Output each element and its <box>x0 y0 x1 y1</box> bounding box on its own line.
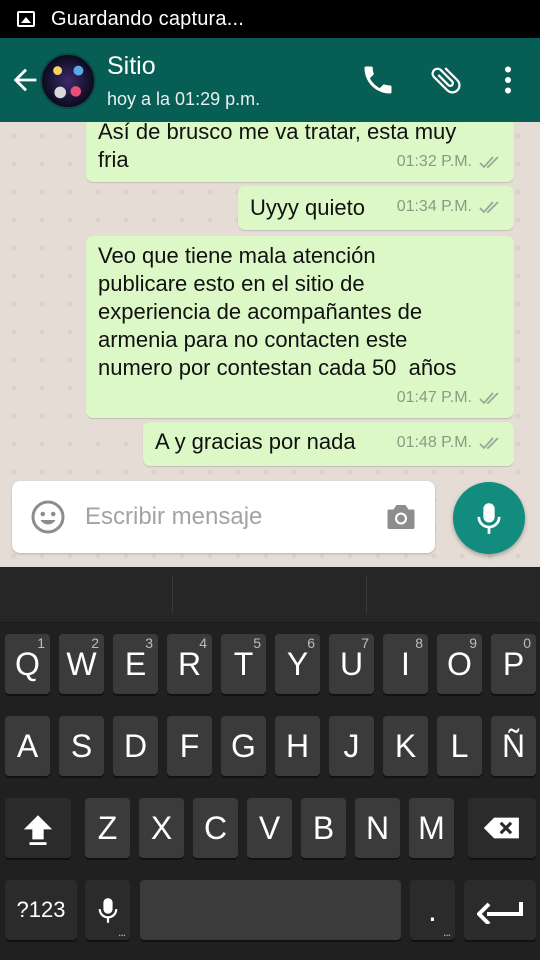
message-meta: 01:34 P.M. <box>397 193 502 221</box>
status-text: Guardando captura... <box>51 7 245 30</box>
symbols-key[interactable]: ?123 <box>5 880 77 940</box>
message-text: Veo que tiene mala atención publicare es… <box>98 243 457 380</box>
back-arrow-icon[interactable] <box>8 63 42 97</box>
enter-key[interactable] <box>464 880 536 940</box>
key-k[interactable]: K <box>383 716 428 776</box>
message-meta: 01:48 P.M. <box>397 429 502 457</box>
key-w[interactable]: W2 <box>59 634 104 694</box>
backspace-icon <box>483 817 519 839</box>
contact-avatar[interactable] <box>40 53 96 109</box>
double-check-icon <box>479 156 499 169</box>
chat-area[interactable]: Así de brusco me va tratar, esta muy fri… <box>0 122 540 567</box>
key-j[interactable]: J <box>329 716 374 776</box>
key-m[interactable]: M <box>409 798 454 858</box>
key-b[interactable]: B <box>301 798 346 858</box>
image-icon <box>17 11 35 27</box>
message-bubble[interactable]: A y gracias por nada 01:48 P.M. <box>143 422 514 466</box>
message-bubble[interactable]: Así de brusco me va tratar, esta muy fri… <box>86 122 514 182</box>
period-key[interactable]: . ... <box>410 880 455 940</box>
key-n[interactable]: N <box>355 798 400 858</box>
double-check-icon <box>479 392 499 405</box>
enter-arrow-icon <box>477 902 523 924</box>
voice-message-button[interactable] <box>453 482 525 554</box>
key-g[interactable]: G <box>221 716 266 776</box>
key-p[interactable]: P0 <box>491 634 536 694</box>
key-o[interactable]: O9 <box>437 634 482 694</box>
chat-header: Sitio hoy a la 01:29 p.m. <box>0 38 540 122</box>
phone-icon[interactable] <box>360 62 396 98</box>
key-d[interactable]: D <box>113 716 158 776</box>
status-bar: Guardando captura... <box>0 0 540 38</box>
voice-input-key[interactable]: ... <box>85 880 130 940</box>
message-meta: 01:32 P.M. <box>397 148 502 176</box>
emoji-icon[interactable] <box>30 499 66 535</box>
key-r[interactable]: R4 <box>167 634 212 694</box>
suggestion-divider <box>366 575 367 613</box>
key-x[interactable]: X <box>139 798 184 858</box>
key-a[interactable]: A <box>5 716 50 776</box>
message-time: 01:32 P.M. <box>396 153 472 170</box>
camera-icon[interactable] <box>382 499 420 535</box>
double-check-icon <box>479 201 499 214</box>
suggestion-strip[interactable] <box>0 567 540 623</box>
more-dots-icon: ... <box>117 925 126 939</box>
message-meta: 01:47 P.M. <box>397 384 502 412</box>
message-input[interactable]: Escribir mensaje <box>85 503 262 531</box>
key-z[interactable]: Z <box>85 798 130 858</box>
suggestion-divider <box>172 575 173 613</box>
key-q[interactable]: Q1 <box>5 634 50 694</box>
key-f[interactable]: F <box>167 716 212 776</box>
message-composer[interactable]: Escribir mensaje <box>12 481 435 553</box>
message-time: 01:47 P.M. <box>396 389 472 406</box>
message-bubble[interactable]: Veo que tiene mala atención publicare es… <box>86 236 514 418</box>
backspace-key[interactable] <box>468 798 536 858</box>
key-c[interactable]: C <box>193 798 238 858</box>
message-time: 01:48 P.M. <box>396 434 472 451</box>
microphone-icon <box>477 503 501 534</box>
shift-key[interactable] <box>5 798 71 858</box>
last-seen: hoy a la 01:29 p.m. <box>107 89 261 109</box>
key-i[interactable]: I8 <box>383 634 428 694</box>
key-y[interactable]: Y6 <box>275 634 320 694</box>
space-bar[interactable] <box>140 880 401 940</box>
shift-icon <box>23 815 53 845</box>
message-time: 01:34 P.M. <box>396 198 472 215</box>
key-e[interactable]: E3 <box>113 634 158 694</box>
key-v[interactable]: V <box>247 798 292 858</box>
key-l[interactable]: L <box>437 716 482 776</box>
microphone-icon <box>98 898 117 923</box>
attach-icon[interactable] <box>428 62 464 98</box>
key-u[interactable]: U7 <box>329 634 374 694</box>
key-h[interactable]: H <box>275 716 320 776</box>
contact-name[interactable]: Sitio <box>107 52 156 81</box>
message-bubble[interactable]: Uyyy quieto 01:34 P.M. <box>238 186 514 230</box>
key-t[interactable]: T5 <box>221 634 266 694</box>
more-options-icon[interactable] <box>490 62 526 98</box>
key-n-tilde[interactable]: Ñ <box>491 716 536 776</box>
keyboard: Q1 W2 E3 R4 T5 Y6 U7 I8 O9 P0 A S D F G … <box>0 567 540 960</box>
double-check-icon <box>479 437 499 450</box>
more-dots-icon: ... <box>442 925 451 939</box>
key-s[interactable]: S <box>59 716 104 776</box>
